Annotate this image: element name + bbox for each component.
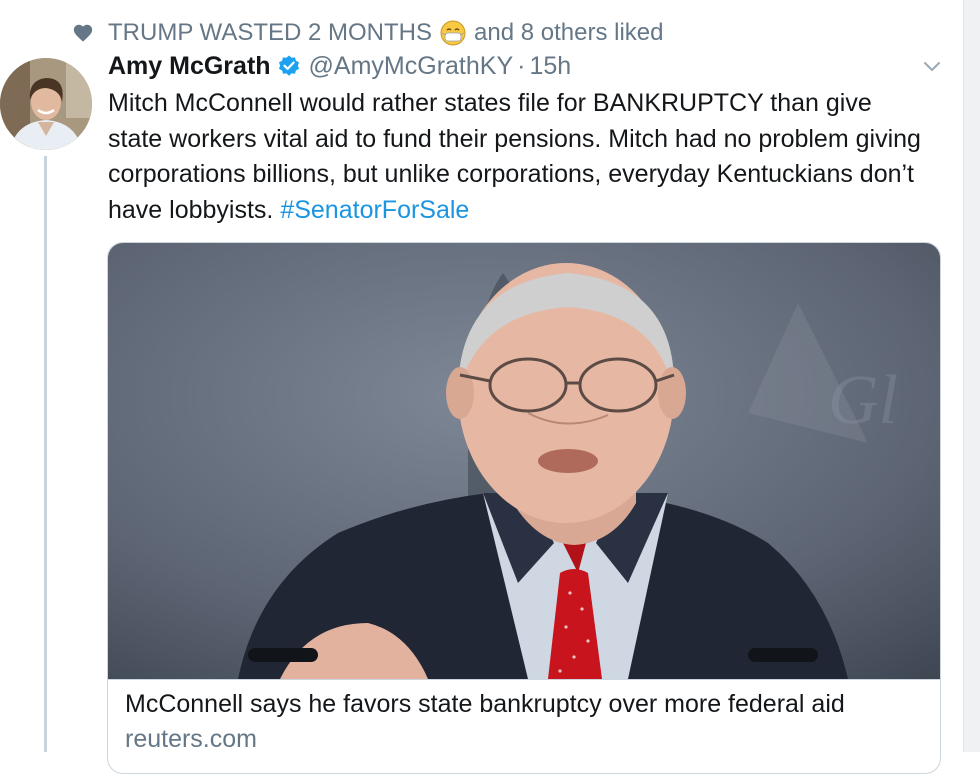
svg-text:Gl: Gl: [828, 362, 898, 439]
card-domain[interactable]: reuters.com: [125, 725, 257, 754]
thread-connector: [44, 156, 47, 752]
link-card[interactable]: Gl McConnell says he favors state bankru…: [107, 242, 941, 774]
separator-dot: ·: [517, 51, 526, 80]
chevron-down-icon[interactable]: [920, 58, 944, 76]
tweet-timestamp[interactable]: 15h: [529, 52, 571, 81]
tweet-body: Mitch McConnell would rather states file…: [108, 89, 921, 224]
hashtag-link[interactable]: #SenatorForSale: [280, 196, 469, 224]
card-meta: McConnell says he favors state bankruptc…: [108, 679, 940, 773]
liked-suffix: and 8 others liked: [474, 19, 664, 46]
avatar-photo: [0, 58, 92, 150]
social-context[interactable]: TRUMP WASTED 2 MONTHS and 8 others liked: [72, 14, 663, 52]
author-name[interactable]: Amy McGrath: [108, 52, 271, 81]
card-image: Gl: [108, 243, 940, 679]
heart-icon: [73, 24, 93, 42]
avatar[interactable]: [0, 58, 92, 150]
tweet-text: Mitch McConnell would rather states file…: [108, 86, 928, 228]
verified-badge-icon: [278, 55, 299, 76]
author-handle[interactable]: @AmyMcGrathKY: [309, 52, 514, 81]
liker-name[interactable]: TRUMP WASTED 2 MONTHS: [108, 19, 432, 47]
scrollbar-track[interactable]: [963, 0, 980, 752]
tweet-header: Amy McGrath @AmyMcGrathKY · 15h: [108, 50, 571, 82]
card-title[interactable]: McConnell says he favors state bankruptc…: [125, 690, 845, 719]
mask-face-icon: [440, 20, 466, 46]
